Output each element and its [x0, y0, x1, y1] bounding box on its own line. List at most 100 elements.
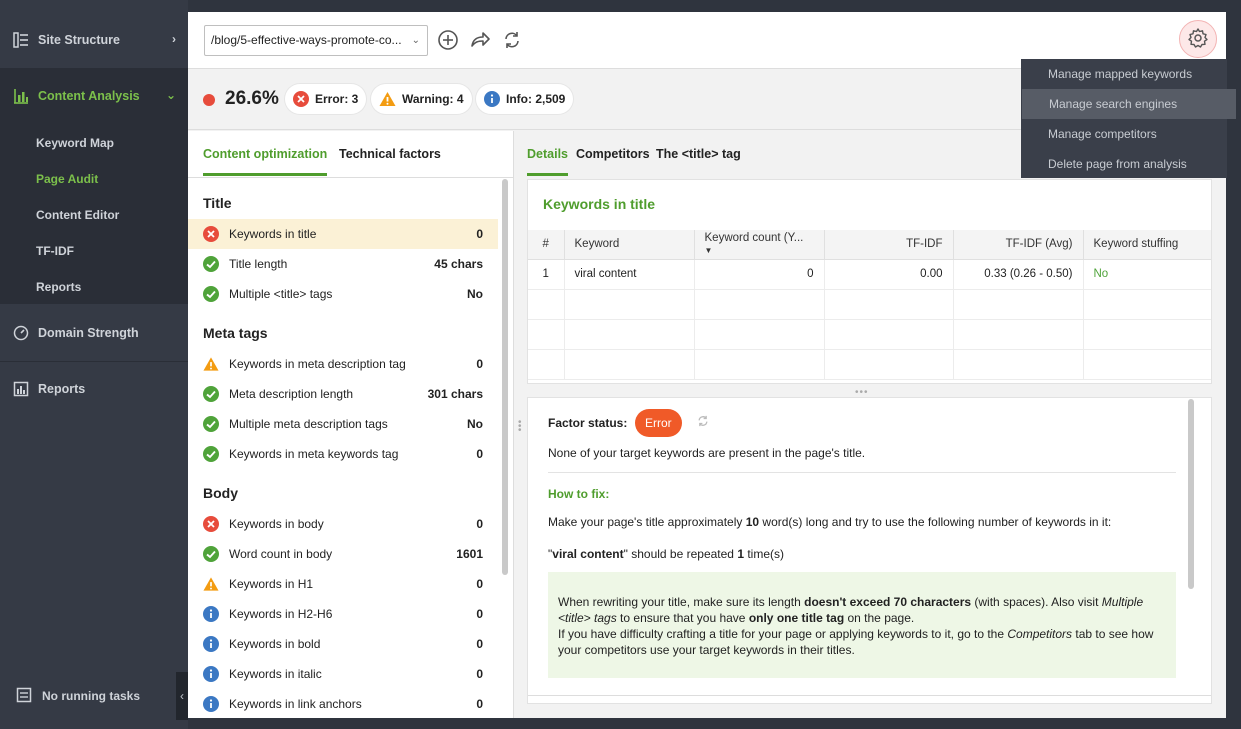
- section-meta-heading: Meta tags: [203, 325, 268, 341]
- factor-row[interactable]: Keywords in title 0: [188, 219, 498, 249]
- error-count: Error: 3: [315, 92, 359, 106]
- info-icon: [203, 696, 219, 712]
- factor-row[interactable]: Keywords in link anchors 0: [188, 689, 498, 718]
- share-icon[interactable]: [469, 29, 491, 51]
- text: If you have difficulty crafting a title …: [558, 627, 1008, 641]
- sidebar-item-content-analysis[interactable]: Content Analysis ⌄: [0, 68, 188, 124]
- text: word(s) long and try to use the followin…: [759, 515, 1112, 529]
- details-scrollbar[interactable]: [1188, 399, 1194, 589]
- optimization-score: 26.6%: [225, 88, 279, 109]
- chevron-right-icon: ›: [172, 32, 176, 46]
- text: time(s): [744, 547, 784, 561]
- col-keyword-count[interactable]: Keyword count (Y... ▼: [694, 230, 825, 260]
- tab-details[interactable]: Details: [527, 147, 568, 176]
- sidebar-item-site-structure[interactable]: Site Structure ›: [0, 12, 188, 68]
- factor-row[interactable]: Keywords in italic 0: [188, 659, 498, 689]
- sidebar-item-reports[interactable]: Reports: [0, 361, 188, 417]
- sidebar-subitem-tf-idf[interactable]: TF-IDF: [36, 244, 74, 258]
- factor-row[interactable]: Multiple meta description tags No: [188, 409, 498, 439]
- tip-paragraph: If you have difficulty crafting a title …: [558, 626, 1166, 658]
- refresh-icon[interactable]: [501, 29, 523, 51]
- text: on the page.: [844, 611, 915, 625]
- factor-row[interactable]: Keywords in body 0: [188, 509, 498, 539]
- error-badge[interactable]: Error: 3: [285, 84, 367, 114]
- factor-row[interactable]: Meta description length 301 chars: [188, 379, 498, 409]
- section-body-heading: Body: [203, 485, 238, 501]
- factor-label: Keywords in body: [229, 517, 324, 531]
- menu-item-manage-search-engines[interactable]: Manage search engines: [1022, 89, 1236, 119]
- text: Make your page's title approximately: [548, 515, 746, 529]
- col-number[interactable]: #: [528, 230, 565, 260]
- factor-row[interactable]: Keywords in meta keywords tag 0: [188, 439, 498, 469]
- factor-row[interactable]: Keywords in meta description tag 0: [188, 349, 498, 379]
- check-icon: [203, 546, 219, 562]
- check-icon: [203, 286, 219, 302]
- factor-row[interactable]: Keywords in H2-H6 0: [188, 599, 498, 629]
- error-icon: [203, 226, 219, 242]
- factor-value: No: [467, 417, 483, 431]
- check-icon: [203, 256, 219, 272]
- factor-row[interactable]: Title length 45 chars: [188, 249, 498, 279]
- factor-row[interactable]: Keywords in H1 0: [188, 569, 498, 599]
- menu-item-manage-competitors[interactable]: Manage competitors: [1021, 119, 1227, 149]
- word-count: 10: [745, 515, 760, 529]
- sidebar-submenu: Keyword Map Page Audit Content Editor TF…: [0, 124, 188, 304]
- error-icon: [203, 516, 219, 532]
- col-keyword[interactable]: Keyword: [564, 230, 695, 260]
- factor-message: None of your target keywords are present…: [548, 446, 866, 460]
- menu-item-delete-page[interactable]: Delete page from analysis: [1021, 149, 1227, 179]
- tasks-label: No running tasks: [42, 689, 141, 703]
- sidebar-subitem-page-audit[interactable]: Page Audit: [36, 172, 98, 186]
- url-select[interactable]: /blog/5-effective-ways-promote-co... ⌄: [204, 25, 428, 56]
- tab-competitors[interactable]: Competitors: [576, 147, 650, 173]
- tab-content-optimization[interactable]: Content optimization: [203, 147, 328, 176]
- keywords-card: Keywords in title # Keyword Keyword coun…: [527, 179, 1212, 384]
- info-badge[interactable]: Info: 2,509: [476, 84, 574, 114]
- recheck-icon[interactable]: [696, 414, 710, 431]
- factor-row[interactable]: Keywords in bold 0: [188, 629, 498, 659]
- running-tasks[interactable]: No running tasks: [0, 672, 188, 720]
- tab-technical-factors[interactable]: Technical factors: [339, 147, 441, 173]
- menu-item-manage-mapped-keywords[interactable]: Manage mapped keywords: [1021, 59, 1227, 89]
- card-title: Keywords in title: [543, 196, 656, 212]
- tab-title-tag[interactable]: The <title> tag: [656, 147, 741, 173]
- factor-label: Keywords in bold: [229, 637, 321, 651]
- cell-tfidf-avg: 0.33 (0.26 - 0.50): [953, 259, 1084, 290]
- cell-keyword: viral content: [564, 259, 695, 290]
- factor-value: 0: [476, 447, 483, 461]
- sidebar-item-label: Site Structure: [38, 33, 120, 47]
- info-icon: [203, 636, 219, 652]
- factor-label: Keywords in H2-H6: [229, 607, 333, 621]
- table-header-row: # Keyword Keyword count (Y... ▼ TF-IDF T…: [528, 230, 1211, 260]
- text-bold: only one title tag: [748, 611, 845, 625]
- info-icon: [484, 91, 500, 107]
- status-badge: Error: [635, 409, 682, 437]
- divider: [528, 695, 1211, 696]
- factors-scrollbar[interactable]: [502, 179, 508, 575]
- col-tfidf[interactable]: TF-IDF: [824, 230, 954, 260]
- col-tfidf-avg[interactable]: TF-IDF (Avg): [953, 230, 1084, 260]
- factor-label: Word count in body: [229, 547, 333, 561]
- sidebar-subitem-content-editor[interactable]: Content Editor: [36, 208, 119, 222]
- info-count: Info: 2,509: [506, 92, 566, 106]
- table-row[interactable]: 1 viral content 0 0.00 0.33 (0.26 - 0.50…: [528, 259, 1211, 290]
- factor-value: 1601: [456, 547, 483, 561]
- collapse-sidebar-button[interactable]: ‹: [176, 672, 188, 720]
- col-keyword-stuffing[interactable]: Keyword stuffing: [1083, 230, 1211, 260]
- settings-button[interactable]: [1179, 20, 1217, 58]
- info-icon: [203, 606, 219, 622]
- divider: [548, 472, 1176, 473]
- factor-value: 0: [476, 667, 483, 681]
- warning-badge[interactable]: Warning: 4: [371, 84, 472, 114]
- sidebar-subitem-reports[interactable]: Reports: [36, 280, 81, 294]
- vertical-resize-handle[interactable]: • • •: [518, 418, 522, 436]
- sidebar-subitem-keyword-map[interactable]: Keyword Map: [36, 136, 114, 150]
- sidebar-item-domain-strength[interactable]: Domain Strength: [0, 305, 188, 361]
- score-indicator-dot: [203, 94, 215, 106]
- text: When rewriting your title, make sure its…: [558, 595, 805, 609]
- add-page-icon[interactable]: [437, 29, 459, 51]
- factor-row[interactable]: Multiple <title> tags No: [188, 279, 498, 309]
- factor-label: Keywords in title: [229, 227, 317, 241]
- factor-row[interactable]: Word count in body 1601: [188, 539, 498, 569]
- factor-details-card: Factor status: Error None of your target…: [527, 397, 1212, 704]
